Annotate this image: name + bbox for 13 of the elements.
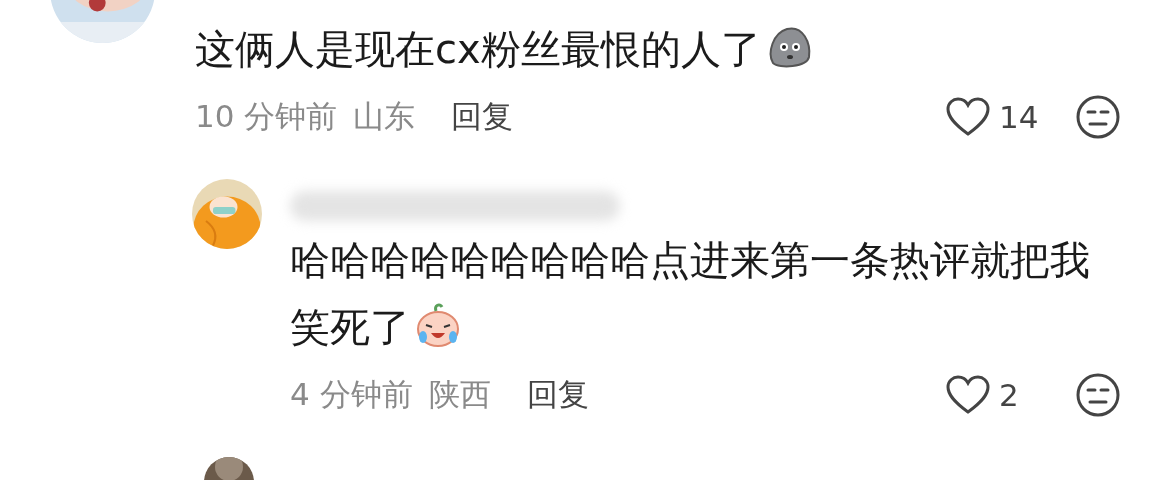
comment-time: 10 分钟前	[195, 97, 338, 136]
reply-button[interactable]: 回复	[526, 374, 589, 416]
crying-laugh-emoji-icon	[414, 301, 462, 349]
comment-text: 这俩人是现在cx粉丝最恨的人了	[195, 16, 1121, 83]
comment-text: 哈哈哈哈哈哈哈哈哈点进来第一条热评就把我笑死了	[290, 236, 1091, 352]
meh-face-icon[interactable]	[1075, 372, 1121, 418]
comment-region: 山东	[353, 97, 416, 136]
reply-button[interactable]: 回复	[451, 96, 514, 138]
like-button[interactable]: 2	[945, 375, 1075, 415]
comment-region: 陕西	[428, 375, 491, 414]
comment-time: 4 分钟前	[290, 375, 413, 414]
meh-face-icon[interactable]	[1075, 94, 1121, 140]
like-button[interactable]: 14	[945, 97, 1075, 137]
